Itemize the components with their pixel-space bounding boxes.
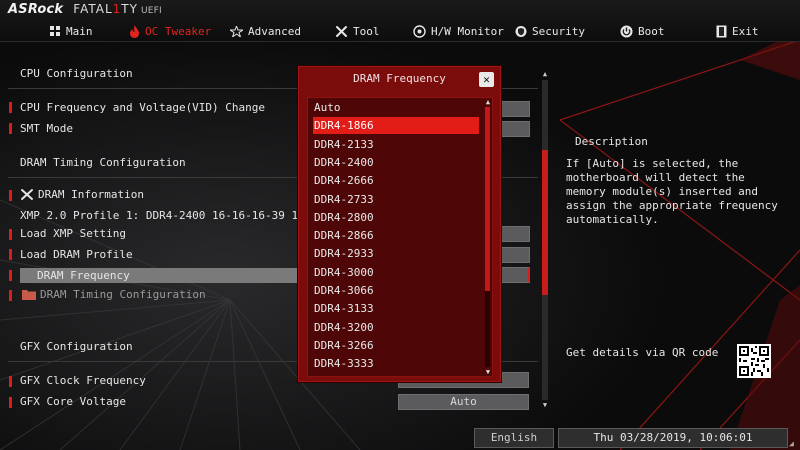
- setting-gfx-clock-frequency[interactable]: GFX Clock Frequency: [20, 374, 146, 387]
- setting-dram-frequency[interactable]: DRAM Frequency: [37, 269, 130, 282]
- popup-scrollbar[interactable]: ▲ ▼: [484, 98, 492, 376]
- frequency-option[interactable]: Auto: [313, 99, 479, 116]
- folder-icon: [22, 290, 36, 300]
- setting-marker: [9, 376, 12, 387]
- frequency-option[interactable]: DDR4-2866: [313, 227, 479, 244]
- brand-logo: ASRock FATAL1TY UEFI: [8, 2, 162, 17]
- smt-mode-value-box[interactable]: [501, 121, 530, 137]
- popup-title: DRAM Frequency: [353, 72, 446, 85]
- setting-marker: [9, 229, 12, 240]
- close-icon[interactable]: ✕: [479, 72, 494, 87]
- tab-hw-monitor[interactable]: H/W Monitor: [413, 23, 504, 39]
- frequency-option[interactable]: DDR4-3066: [313, 282, 479, 299]
- tab-exit[interactable]: Exit: [716, 23, 759, 39]
- qr-code-label: Get details via QR code: [566, 346, 719, 359]
- setting-smt-mode[interactable]: SMT Mode: [20, 122, 73, 135]
- cpu-freq-value-box[interactable]: [501, 101, 530, 117]
- setting-dram-information[interactable]: DRAM Information: [20, 188, 144, 201]
- section-cpu-configuration: CPU Configuration: [20, 67, 133, 80]
- tab-label: Main: [66, 24, 93, 38]
- load-xmp-value-box[interactable]: [501, 226, 530, 242]
- frequency-option[interactable]: DDR4-2933: [313, 245, 479, 262]
- frequency-option[interactable]: DDR4-3000: [313, 264, 479, 281]
- setting-marker: [9, 249, 12, 260]
- qr-code-image: [737, 344, 771, 378]
- tab-label: H/W Monitor: [431, 24, 504, 38]
- setting-marker: [9, 190, 12, 201]
- dram-frequency-popup: DRAM Frequency ✕ Auto DDR4-1866 DDR4-2133 D…: [298, 66, 501, 382]
- setting-marker: [9, 270, 12, 281]
- tab-label: Security: [532, 24, 585, 38]
- language-selector[interactable]: English: [474, 428, 554, 448]
- setting-marker: [9, 102, 12, 113]
- tab-label: OC Tweaker: [145, 24, 212, 38]
- frequency-option[interactable]: DDR4-3133: [313, 300, 479, 317]
- setting-label: DRAM Information: [38, 188, 144, 201]
- tab-label: Boot: [638, 24, 665, 38]
- tab-oc-tweaker[interactable]: OC Tweaker: [129, 23, 211, 39]
- scroll-up-icon[interactable]: ▲: [484, 98, 492, 106]
- frequency-options-list: Auto DDR4-1866 DDR4-2133 DDR4-2400 DDR4-2666…: [307, 97, 493, 377]
- frequency-option[interactable]: DDR4-2800: [313, 209, 479, 226]
- tab-label: Advanced: [248, 24, 301, 38]
- setting-cpu-frequency-voltage[interactable]: CPU Frequency and Voltage(VID) Change: [20, 101, 265, 114]
- shield-icon: [515, 25, 527, 37]
- flame-icon: [130, 24, 139, 38]
- tab-advanced[interactable]: Advanced: [230, 23, 301, 39]
- frequency-option[interactable]: DDR4-2400: [313, 154, 479, 171]
- tools-icon: [21, 189, 33, 200]
- tab-label: Exit: [732, 24, 759, 38]
- setting-marker: [9, 290, 12, 301]
- section-dram-timing: DRAM Timing Configuration: [20, 156, 186, 169]
- scroll-thumb[interactable]: [485, 107, 490, 291]
- tab-tool[interactable]: Tool: [335, 23, 380, 39]
- frequency-option[interactable]: DDR4-2733: [313, 191, 479, 208]
- grid-icon: [50, 25, 60, 36]
- description-title: Description: [575, 135, 648, 148]
- tab-boot[interactable]: Boot: [620, 23, 665, 39]
- corner-grip-icon: ◢: [789, 439, 794, 448]
- exit-icon: [716, 25, 727, 37]
- setting-marker: [9, 123, 12, 134]
- setting-dram-timing-configuration[interactable]: DRAM Timing Configuration: [22, 288, 206, 301]
- settings-scrollbar[interactable]: ▲ ▼: [541, 70, 549, 410]
- setting-label: DRAM Timing Configuration: [40, 288, 206, 301]
- datetime-display: Thu 03/28/2019, 10:06:01: [558, 428, 788, 448]
- power-icon: [620, 25, 633, 37]
- tab-label: Tool: [353, 24, 380, 38]
- frequency-option[interactable]: DDR4-3333: [313, 355, 479, 372]
- dram-frequency-value-box[interactable]: [501, 267, 530, 283]
- tools-icon: [336, 25, 347, 37]
- monitor-icon: [413, 24, 426, 38]
- tab-security[interactable]: Security: [515, 23, 585, 39]
- tab-main[interactable]: Main: [50, 23, 93, 39]
- scroll-down-icon[interactable]: ▼: [484, 368, 492, 376]
- description-text: If [Auto] is selected, the motherboard w…: [566, 157, 778, 226]
- scroll-up-icon[interactable]: ▲: [541, 70, 549, 78]
- frequency-option[interactable]: DDR4-3200: [313, 319, 479, 336]
- frequency-option[interactable]: DDR4-2133: [313, 136, 479, 153]
- gfx-voltage-value[interactable]: Auto: [398, 394, 529, 410]
- top-navigation-bar: ASRock FATAL1TY UEFI Main OC Tweaker Advan…: [0, 0, 800, 42]
- frequency-option[interactable]: DDR4-1866: [313, 117, 479, 135]
- section-gfx-configuration: GFX Configuration: [20, 340, 133, 353]
- setting-load-xmp[interactable]: Load XMP Setting: [20, 227, 126, 240]
- frequency-option[interactable]: DDR4-2666: [313, 172, 479, 189]
- setting-gfx-core-voltage[interactable]: GFX Core Voltage: [20, 395, 126, 408]
- star-icon: [230, 25, 243, 37]
- setting-marker: [9, 397, 12, 408]
- scroll-down-icon[interactable]: ▼: [541, 401, 549, 409]
- frequency-option[interactable]: DDR4-3266: [313, 337, 479, 354]
- setting-load-dram-profile[interactable]: Load DRAM Profile: [20, 248, 133, 261]
- load-dram-profile-value-box[interactable]: [501, 247, 530, 263]
- xmp-profile-info: XMP 2.0 Profile 1: DDR4-2400 16-16-16-39…: [20, 209, 325, 222]
- scroll-thumb[interactable]: [542, 150, 548, 295]
